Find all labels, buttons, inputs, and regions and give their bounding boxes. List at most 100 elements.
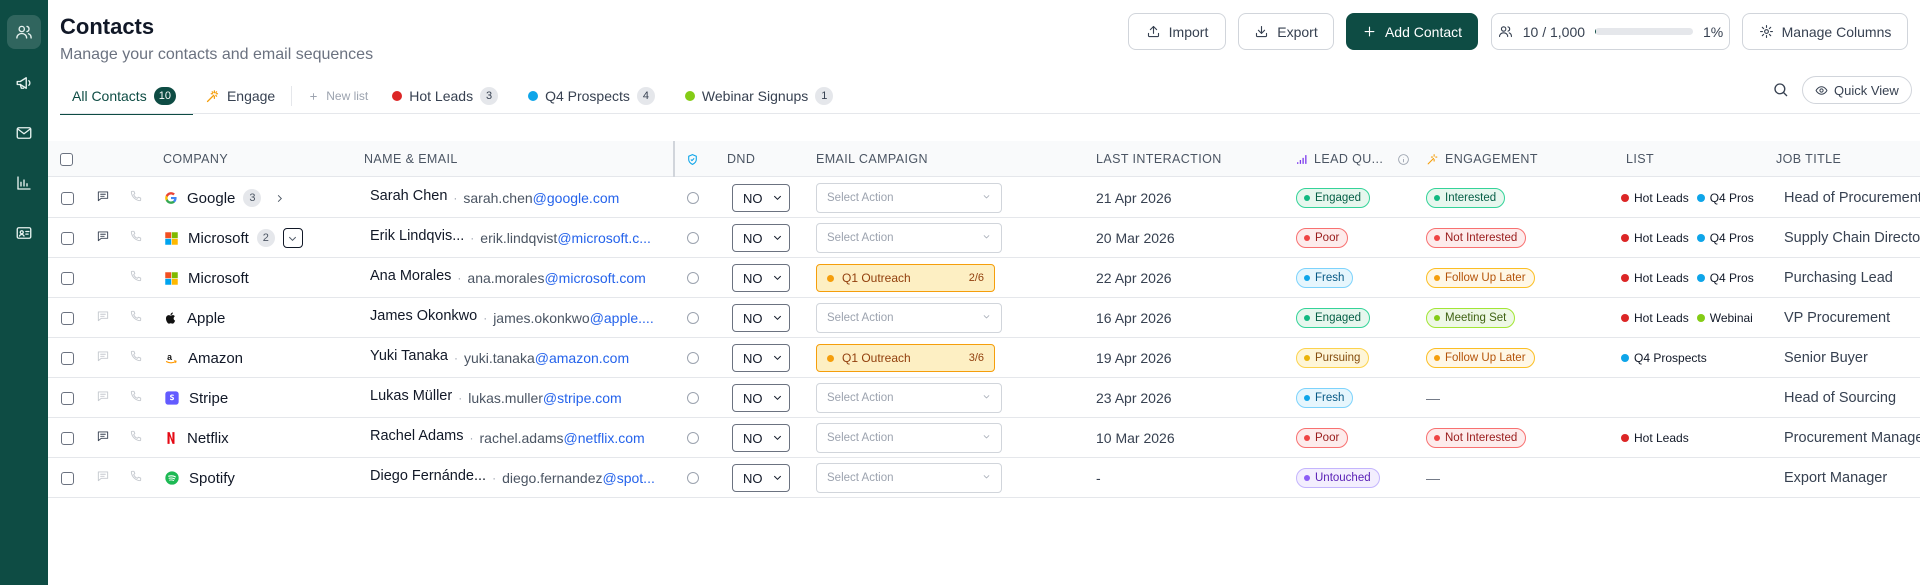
company-name[interactable]: Google <box>187 190 235 207</box>
verified-status[interactable] <box>687 378 699 418</box>
email-user[interactable]: ana.morales <box>467 270 544 286</box>
note-button[interactable] <box>96 338 110 378</box>
row-checkbox[interactable] <box>61 178 74 218</box>
dnd-select[interactable]: NO <box>732 184 790 212</box>
contact-name[interactable]: Rachel Adams <box>370 428 464 444</box>
contact-name[interactable]: Yuki Tanaka <box>370 348 448 364</box>
company-cell[interactable]: Apple <box>164 298 354 338</box>
note-icon[interactable] <box>96 389 110 408</box>
checkbox-box[interactable] <box>61 351 74 365</box>
column-header-last-interaction[interactable]: LAST INTERACTION <box>1096 141 1222 177</box>
phone-icon[interactable] <box>129 309 143 328</box>
email-domain[interactable]: @apple.... <box>590 310 654 326</box>
note-button[interactable] <box>96 298 110 338</box>
email-user[interactable]: james.okonkwo <box>493 310 590 326</box>
row-checkbox[interactable] <box>61 258 74 298</box>
verified-status[interactable] <box>687 458 699 498</box>
checkbox-box[interactable] <box>61 231 74 245</box>
checkbox-box[interactable] <box>61 431 74 445</box>
sidebar-item-email[interactable] <box>7 116 41 150</box>
call-button[interactable] <box>129 178 143 218</box>
name-email-cell[interactable]: Lukas Müller · lukas.muller @stripe.com <box>370 378 670 418</box>
tab-all-contacts[interactable]: All Contacts 10 <box>60 78 193 115</box>
name-email-cell[interactable]: Rachel Adams · rachel.adams @netflix.com <box>370 418 670 458</box>
verified-status[interactable] <box>687 218 699 258</box>
email-domain[interactable]: @stripe.com <box>543 390 622 406</box>
column-header-lead-quality[interactable]: LEAD QU... <box>1295 141 1410 177</box>
company-cell[interactable]: Netflix <box>164 418 354 458</box>
company-name[interactable]: Microsoft <box>188 230 249 247</box>
verified-status[interactable] <box>687 298 699 338</box>
phone-icon[interactable] <box>129 229 143 248</box>
manage-columns-button[interactable]: Manage Columns <box>1742 13 1908 50</box>
note-button[interactable] <box>96 218 110 258</box>
email-user[interactable]: erik.lindqvist <box>480 230 557 246</box>
column-header-company[interactable]: COMPANY <box>163 141 228 177</box>
company-cell[interactable]: Stripe <box>164 378 354 418</box>
lead-quality-badge[interactable]: Engaged <box>1296 308 1371 328</box>
email-domain[interactable]: @microsoft.c... <box>557 230 651 246</box>
campaign-action-select[interactable]: Select Action <box>816 303 1002 333</box>
name-email-cell[interactable]: James Okonkwo · james.okonkwo @apple.... <box>370 298 670 338</box>
phone-icon[interactable] <box>129 349 143 368</box>
call-button[interactable] <box>129 298 143 338</box>
column-header-verified[interactable] <box>686 141 699 177</box>
lead-quality-badge[interactable]: Untouched <box>1296 468 1380 488</box>
sidebar-item-campaigns[interactable] <box>7 66 41 100</box>
engagement-badge[interactable]: Not Interested <box>1426 428 1527 448</box>
name-email-cell[interactable]: Erik Lindqvis... · erik.lindqvist @microsof… <box>370 218 670 258</box>
list-tag[interactable]: Q4 Pros <box>1696 191 1754 205</box>
dnd-select[interactable]: NO <box>732 384 790 412</box>
lead-quality-badge[interactable]: Engaged <box>1296 188 1371 208</box>
lead-quality-badge[interactable]: Poor <box>1296 428 1349 448</box>
column-header-job-title[interactable]: JOB TITLE <box>1776 141 1841 177</box>
contact-name[interactable]: James Okonkwo <box>370 308 477 324</box>
list-tag[interactable]: Q4 Prospects <box>1621 351 1707 365</box>
engagement-badge[interactable]: Not Interested <box>1426 228 1527 248</box>
note-icon[interactable] <box>96 229 110 248</box>
expand-row-button[interactable] <box>269 188 289 208</box>
call-button[interactable] <box>129 218 143 258</box>
sidebar-item-contacts[interactable] <box>7 15 41 49</box>
row-checkbox[interactable] <box>61 378 74 418</box>
contact-name[interactable]: Ana Morales <box>370 268 451 284</box>
tab-q4-prospects[interactable]: Q4 Prospects 4 <box>510 78 667 114</box>
search-button[interactable] <box>1770 79 1792 101</box>
company-name[interactable]: Apple <box>187 310 225 327</box>
list-tag[interactable]: Hot Leads <box>1621 231 1689 245</box>
contact-name[interactable]: Sarah Chen <box>370 188 447 204</box>
column-header-dnd[interactable]: DND <box>727 141 755 177</box>
phone-icon[interactable] <box>129 469 143 488</box>
frozen-column-divider[interactable] <box>673 141 675 177</box>
note-button[interactable] <box>96 418 110 458</box>
company-name[interactable]: Amazon <box>188 350 243 367</box>
email-domain[interactable]: @spot... <box>603 470 655 486</box>
engagement-badge[interactable]: Meeting Set <box>1426 308 1516 328</box>
contact-name[interactable]: Lukas Müller <box>370 388 452 404</box>
email-user[interactable]: diego.fernandez <box>502 470 602 486</box>
verified-status[interactable] <box>687 338 699 378</box>
phone-icon[interactable] <box>129 269 143 288</box>
dnd-select[interactable]: NO <box>732 424 790 452</box>
list-tag[interactable]: Q4 Pros <box>1696 231 1754 245</box>
new-list-button[interactable]: New list <box>296 78 380 114</box>
phone-icon[interactable] <box>129 389 143 408</box>
call-button[interactable] <box>129 458 143 498</box>
list-tag[interactable]: Q4 Pros <box>1696 271 1754 285</box>
list-tag[interactable]: Webinai <box>1696 311 1753 325</box>
email-domain[interactable]: @microsoft.com <box>544 270 645 286</box>
engagement-badge[interactable]: Follow Up Later <box>1426 348 1535 368</box>
name-email-cell[interactable]: Ana Morales · ana.morales @microsoft.com <box>370 258 670 298</box>
column-header-engagement[interactable]: ENGAGEMENT <box>1426 141 1538 177</box>
name-email-cell[interactable]: Yuki Tanaka · yuki.tanaka @amazon.com <box>370 338 670 378</box>
checkbox-box[interactable] <box>61 191 74 205</box>
list-tag[interactable]: Hot Leads <box>1621 311 1689 325</box>
row-checkbox[interactable] <box>61 298 74 338</box>
list-tag[interactable]: Hot Leads <box>1621 191 1689 205</box>
row-checkbox[interactable] <box>61 418 74 458</box>
sidebar-item-analytics[interactable] <box>7 166 41 200</box>
note-button[interactable] <box>96 378 110 418</box>
column-header-list[interactable]: LIST <box>1626 141 1654 177</box>
column-header-email-campaign[interactable]: EMAIL CAMPAIGN <box>816 141 928 177</box>
name-email-cell[interactable]: Diego Fernánde... · diego.fernandez @spot..… <box>370 458 670 498</box>
